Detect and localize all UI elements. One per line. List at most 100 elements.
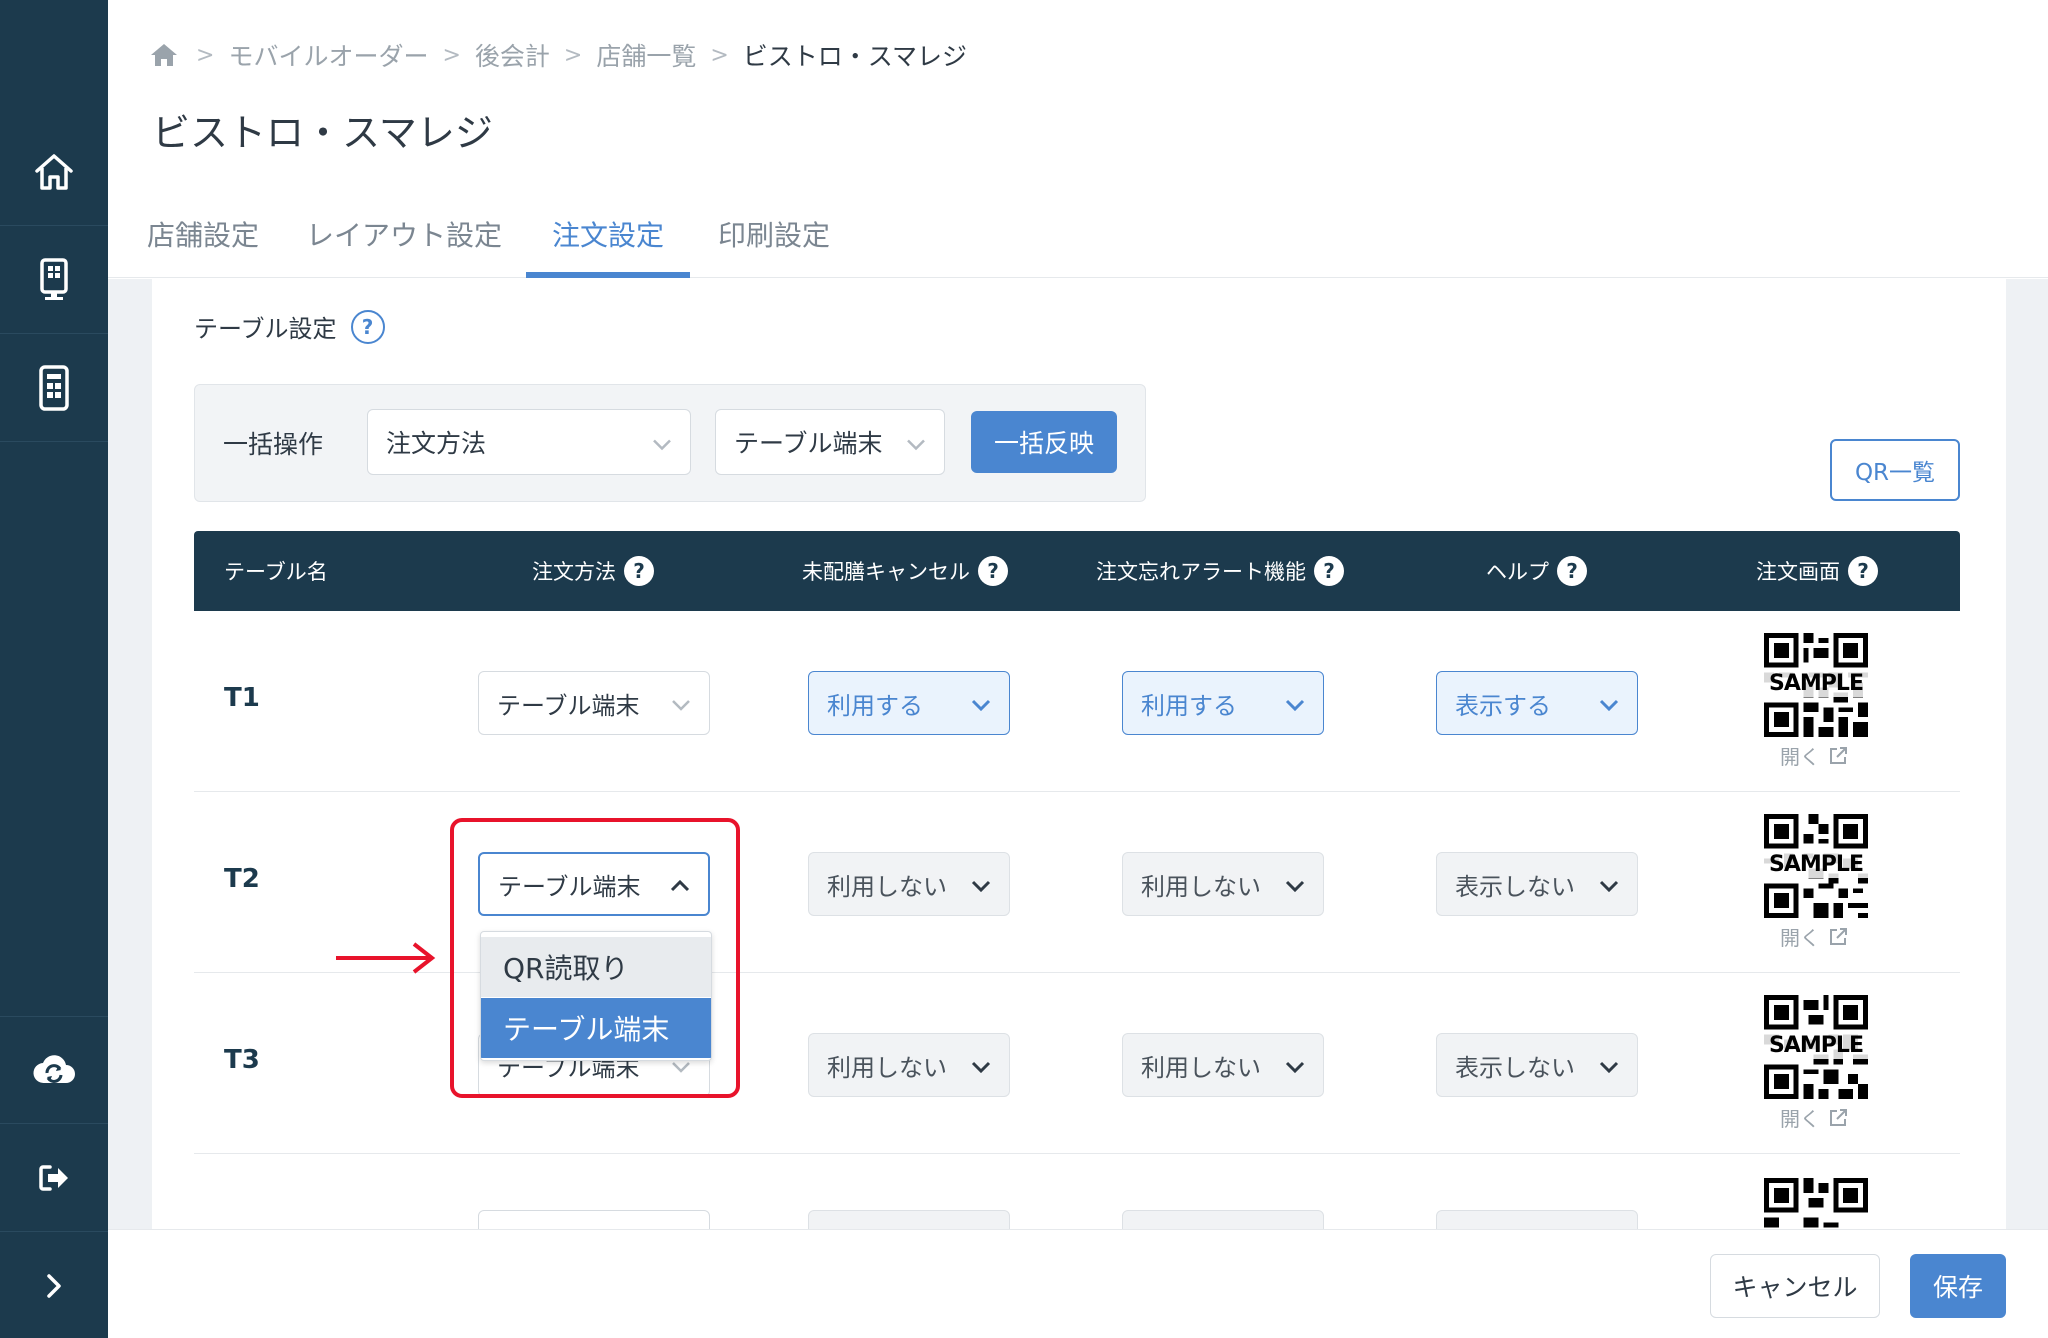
open-link-label: 開く — [1780, 1107, 1820, 1131]
chevron-down-icon — [906, 428, 926, 457]
help-select[interactable]: 表示しない — [1436, 1033, 1638, 1097]
chevron-down-icon — [1285, 689, 1305, 717]
qr-list-button[interactable]: QR一覧 — [1830, 439, 1960, 501]
open-order-screen-link[interactable]: 開く — [1780, 1103, 1848, 1132]
bulk-apply-button[interactable]: 一括反映 — [971, 411, 1117, 473]
qr-sample-label: SAMPLE — [1764, 671, 1868, 697]
section-title-text: テーブル設定 — [194, 315, 337, 343]
help-value: 表示しない — [1455, 1053, 1575, 1082]
home-icon[interactable] — [150, 42, 178, 68]
breadcrumb-separator: > — [563, 42, 583, 68]
external-link-icon — [1828, 927, 1848, 947]
help-icon[interactable]: ? — [350, 309, 385, 344]
alert-value: 利用する — [1141, 691, 1237, 720]
breadcrumb-separator: > — [196, 42, 215, 68]
help-value: 表示しない — [1455, 872, 1575, 901]
cancel-select[interactable]: 利用する — [808, 671, 1010, 735]
tab-bar: 店舗設定 レイアウト設定 注文設定 印刷設定 — [108, 200, 2048, 278]
alert-select[interactable]: 利用する — [1122, 671, 1324, 735]
chevron-down-icon — [652, 428, 672, 457]
open-link-label: 開く — [1780, 745, 1820, 769]
cancel-value: 利用する — [827, 691, 923, 720]
alert-select[interactable] — [1122, 1210, 1324, 1229]
breadcrumb-item-store-list[interactable]: 店舗一覧 — [596, 37, 696, 73]
help-icon[interactable]: ? — [1848, 556, 1878, 586]
tablet-icon — [38, 364, 70, 411]
bulk-operation-box: 一括操作 注文方法 テーブル端末 一括反映 — [194, 384, 1146, 502]
breadcrumb-item-postpay[interactable]: 後会計 — [475, 37, 550, 73]
qr-code[interactable]: SAMPLE — [1764, 633, 1868, 737]
column-header-label: 未配膳キャンセル — [802, 560, 970, 584]
column-header-table-name: テーブル名 — [224, 560, 328, 584]
chevron-right-icon — [46, 1273, 62, 1299]
bulk-value-select[interactable]: テーブル端末 — [715, 409, 945, 475]
bulk-value-value: テーブル端末 — [734, 429, 883, 458]
section-title: テーブル設定 ? — [194, 309, 385, 344]
sidebar-item-sync[interactable] — [0, 1016, 108, 1124]
qr-code[interactable]: SAMPLE — [1764, 995, 1868, 1099]
chevron-down-icon — [1599, 1051, 1619, 1079]
breadcrumb-separator: > — [442, 42, 461, 68]
cancel-value: 利用しない — [827, 872, 947, 901]
cancel-select[interactable]: 利用しない — [808, 1033, 1010, 1097]
sidebar — [0, 0, 108, 1338]
alert-select[interactable]: 利用しない — [1122, 1033, 1324, 1097]
footer-bar: キャンセル 保存 — [108, 1229, 2048, 1338]
column-header-label: 注文画面 — [1756, 560, 1840, 584]
cancel-select[interactable] — [808, 1210, 1010, 1229]
chevron-down-icon — [1285, 870, 1305, 898]
open-order-screen-link[interactable]: 開く — [1780, 741, 1848, 770]
order-settings-panel: テーブル設定 ? 一括操作 注文方法 テーブル端末 一括反映 QR一覧 テーブル… — [152, 279, 2006, 1229]
qr-code[interactable] — [1764, 1178, 1868, 1229]
open-order-screen-link[interactable]: 開く — [1780, 922, 1848, 951]
breadcrumb-item-mobile-order[interactable]: モバイルオーダー — [228, 37, 428, 73]
chevron-down-icon — [971, 689, 991, 717]
help-icon[interactable]: ? — [1557, 556, 1587, 586]
help-select[interactable] — [1436, 1210, 1638, 1229]
sidebar-item-logout[interactable] — [0, 1124, 108, 1232]
column-header-order-method: 注文方法 ? — [532, 531, 654, 611]
highlight-box — [450, 818, 740, 1098]
alert-value: 利用しない — [1141, 872, 1261, 901]
column-header-label: ヘルプ — [1486, 560, 1549, 584]
sidebar-item-home[interactable] — [0, 118, 108, 226]
qr-sample-label: SAMPLE — [1764, 1033, 1868, 1059]
tab-print-settings[interactable]: 印刷設定 — [706, 214, 842, 278]
logout-icon — [38, 1163, 70, 1193]
order-method-select[interactable] — [478, 1210, 710, 1229]
open-link-label: 開く — [1780, 926, 1820, 950]
cancel-button[interactable]: キャンセル — [1710, 1254, 1880, 1318]
tab-store-settings[interactable]: 店舗設定 — [132, 214, 274, 278]
table-name: T2 — [224, 864, 260, 894]
column-header-label: 注文忘れアラート機能 — [1096, 560, 1306, 584]
breadcrumb-current: ビストロ・スマレジ — [742, 42, 968, 71]
chevron-down-icon — [671, 689, 691, 717]
bulk-field-select[interactable]: 注文方法 — [367, 409, 691, 475]
alert-select[interactable]: 利用しない — [1122, 852, 1324, 916]
sidebar-item-tablet[interactable] — [0, 334, 108, 442]
column-header-cancel: 未配膳キャンセル ? — [802, 531, 1008, 611]
sidebar-item-kiosk[interactable] — [0, 226, 108, 334]
table-name: T3 — [224, 1045, 260, 1075]
help-icon[interactable]: ? — [1314, 556, 1344, 586]
help-select[interactable]: 表示しない — [1436, 852, 1638, 916]
column-header-alert: 注文忘れアラート機能 ? — [1096, 531, 1344, 611]
help-icon[interactable]: ? — [978, 556, 1008, 586]
page-title: ビストロ・スマレジ — [152, 111, 493, 155]
order-method-select[interactable]: テーブル端末 — [478, 671, 710, 735]
bulk-operation-label: 一括操作 — [223, 430, 324, 459]
arrow-right-icon — [334, 940, 438, 980]
qr-code[interactable]: SAMPLE — [1764, 814, 1868, 918]
chevron-down-icon — [1599, 870, 1619, 898]
column-header-label: 注文方法 — [532, 560, 616, 584]
help-select[interactable]: 表示する — [1436, 671, 1638, 735]
help-icon[interactable]: ? — [624, 556, 654, 586]
save-button[interactable]: 保存 — [1910, 1254, 2006, 1318]
cancel-select[interactable]: 利用しない — [808, 852, 1010, 916]
tab-layout-settings[interactable]: レイアウト設定 — [298, 214, 510, 278]
chevron-down-icon — [971, 870, 991, 898]
sidebar-expand-button[interactable] — [0, 1232, 108, 1338]
tab-order-settings[interactable]: 注文設定 — [526, 214, 690, 278]
external-link-icon — [1828, 746, 1848, 766]
table-header: テーブル名 注文方法 ? 未配膳キャンセル ? 注文忘れアラート機能 ? ヘルプ… — [194, 531, 1960, 611]
